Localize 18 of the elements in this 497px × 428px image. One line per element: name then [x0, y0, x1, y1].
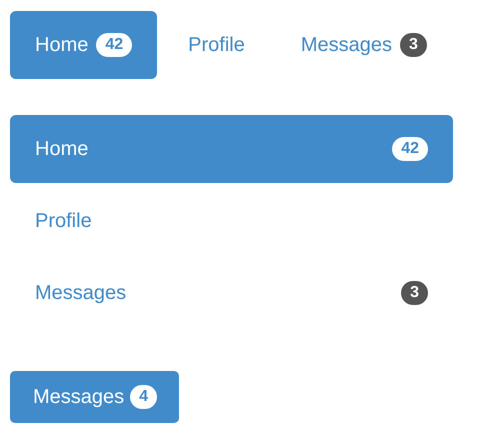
count-badge: 4 [130, 385, 158, 409]
nav-pill[interactable]: Profile [10, 187, 453, 255]
count-badge: 3 [400, 33, 427, 57]
pill-label: Home [35, 33, 88, 58]
count-badge: 42 [96, 33, 132, 57]
nav-pill[interactable]: Messages 3 [10, 259, 453, 327]
nav-pill[interactable]: Profile [163, 11, 270, 79]
count-badge: 3 [401, 281, 428, 305]
pill-label: Profile [188, 33, 245, 58]
pill-label: Home [35, 137, 88, 162]
nav-pill[interactable]: Messages 3 [276, 11, 452, 79]
pill-label: Messages [35, 281, 126, 306]
nav-pill[interactable]: Home 42 [10, 11, 158, 79]
pill-label: Profile [35, 209, 92, 234]
nav-pill[interactable]: Home 42 [10, 115, 453, 183]
pill-label: Messages [300, 33, 392, 58]
messages-button[interactable]: Messages 4 [10, 371, 180, 423]
count-badge: 42 [392, 137, 428, 161]
